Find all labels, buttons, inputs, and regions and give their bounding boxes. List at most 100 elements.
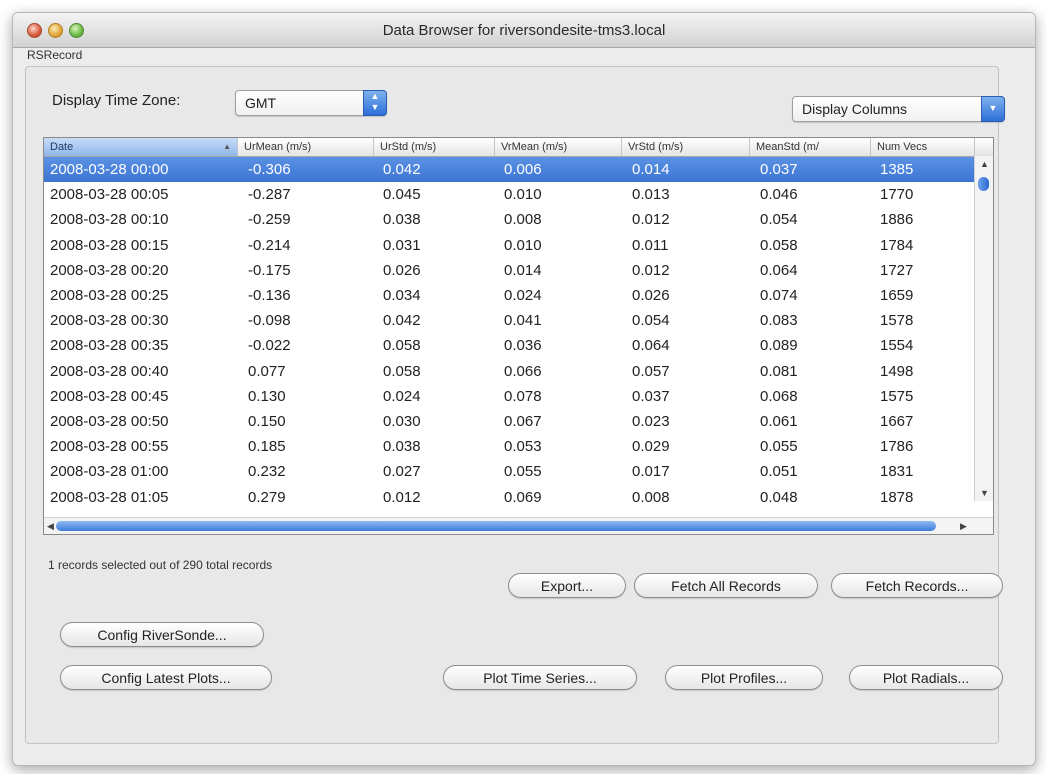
table-cell: 2008-03-28 00:45	[50, 387, 169, 405]
fetch-records-button[interactable]: Fetch Records...	[831, 573, 1003, 598]
table-row[interactable]: 2008-03-28 01:00 0.232 0.027 0.055 0.017 0.05…	[44, 459, 974, 484]
plot-radials-button[interactable]: Plot Radials...	[849, 665, 1003, 690]
table-row[interactable]: 2008-03-28 00:10 -0.259 0.038 0.008 0.012 0.0…	[44, 207, 974, 232]
table-cell: -0.175	[248, 261, 291, 279]
timezone-label: Display Time Zone:	[52, 92, 181, 109]
section-label: RSRecord	[27, 48, 83, 62]
table-cell: 1878	[880, 488, 914, 506]
column-header-numvecs[interactable]: Num Vecs	[871, 138, 975, 156]
table-cell: 1770	[880, 186, 914, 204]
table-cell: 1667	[880, 413, 914, 430]
table-row[interactable]: 2008-03-28 00:25 -0.136 0.034 0.024 0.026 0.0…	[44, 283, 974, 308]
table-cell: 1575	[880, 387, 914, 405]
table-row[interactable]: 2008-03-28 00:00 -0.306 0.042 0.006 0.014 0.0…	[44, 157, 974, 182]
table-row[interactable]: 2008-03-28 00:55 0.185 0.038 0.053 0.029 0.05…	[44, 434, 974, 459]
table-cell: 2008-03-28 01:00	[50, 463, 169, 481]
table-cell: 0.069	[504, 488, 542, 506]
table-row[interactable]: 2008-03-28 01:05 0.279 0.012 0.069 0.008 0.04…	[44, 485, 974, 510]
table-cell: 0.061	[760, 413, 798, 430]
table-cell: 0.066	[504, 362, 542, 380]
column-header-date[interactable]: Date ▲	[44, 138, 238, 156]
table-cell: 2008-03-28 00:35	[50, 337, 169, 355]
timezone-select[interactable]: GMT ▲ ▼	[235, 90, 387, 116]
table-cell: 2008-03-28 00:20	[50, 261, 169, 279]
fetch-all-records-button[interactable]: Fetch All Records	[634, 573, 818, 598]
horizontal-scroll-thumb[interactable]	[56, 521, 936, 531]
table-cell: 1886	[880, 211, 914, 229]
vertical-scroll-thumb[interactable]	[978, 177, 989, 191]
table-cell: 0.024	[383, 387, 421, 405]
table-cell: 0.078	[504, 387, 542, 405]
selection-status: 1 records selected out of 290 total reco…	[48, 558, 273, 572]
table-cell: 0.041	[504, 312, 542, 330]
table-cell: 2008-03-28 00:40	[50, 362, 169, 380]
table-cell: 0.055	[504, 463, 542, 481]
table-cell: 0.012	[383, 488, 421, 506]
config-riversonde-button[interactable]: Config RiverSonde...	[60, 622, 264, 647]
dropdown-arrow-icon: ▼	[981, 96, 1005, 122]
table-row[interactable]: 2008-03-28 00:15 -0.214 0.031 0.010 0.011 0.0…	[44, 233, 974, 258]
column-header-urmean[interactable]: UrMean (m/s)	[238, 138, 374, 156]
table-cell: 1554	[880, 337, 914, 355]
export-button[interactable]: Export...	[508, 573, 626, 598]
horizontal-scrollbar[interactable]: ◀ ▶	[44, 517, 993, 534]
table-cell: 1727	[880, 261, 914, 279]
table-cell: 0.014	[632, 161, 670, 178]
table-cell: 2008-03-28 00:05	[50, 186, 169, 204]
table-row[interactable]: 2008-03-28 00:30 -0.098 0.042 0.041 0.054 0.0…	[44, 308, 974, 333]
table-row[interactable]: 2008-03-28 00:05 -0.287 0.045 0.010 0.013 0.0…	[44, 182, 974, 207]
table-cell: 0.077	[248, 362, 286, 380]
table-cell: 0.006	[504, 161, 542, 178]
table-row[interactable]: 2008-03-28 00:50 0.150 0.030 0.067 0.023 0.06…	[44, 409, 974, 434]
table-cell: 0.026	[632, 287, 670, 304]
table-cell: 0.036	[504, 337, 542, 355]
table-cell: 0.013	[632, 186, 670, 204]
table-cell: 0.010	[504, 236, 542, 254]
records-table[interactable]: Date ▲ UrMean (m/s) UrStd (m/s) VrMean (m…	[43, 137, 994, 535]
column-header-vrstd[interactable]: VrStd (m/s)	[622, 138, 750, 156]
table-cell: -0.098	[248, 312, 291, 330]
table-row[interactable]: 2008-03-28 00:20 -0.175 0.026 0.014 0.012 0.0…	[44, 258, 974, 283]
table-row[interactable]: 2008-03-28 00:35 -0.022 0.058 0.036 0.064 0.0…	[44, 333, 974, 358]
table-cell: 0.030	[383, 413, 421, 430]
table-cell: 0.046	[760, 186, 798, 204]
timezone-value: GMT	[245, 95, 277, 111]
table-cell: 0.008	[504, 211, 542, 229]
config-latest-plots-button[interactable]: Config Latest Plots...	[60, 665, 272, 690]
table-cell: 0.026	[383, 261, 421, 279]
table-cell: 0.053	[504, 438, 542, 456]
table-cell: -0.022	[248, 337, 291, 355]
scroll-up-icon[interactable]: ▲	[980, 159, 989, 169]
table-row[interactable]: 2008-03-28 00:45 0.130 0.024 0.078 0.037 0.06…	[44, 384, 974, 409]
table-cell: 0.048	[760, 488, 798, 506]
scroll-left-icon[interactable]: ◀	[47, 521, 54, 532]
table-cell: 0.012	[632, 211, 670, 229]
column-header-vrmean[interactable]: VrMean (m/s)	[495, 138, 622, 156]
table-cell: 0.054	[632, 312, 670, 330]
table-cell: 0.038	[383, 438, 421, 456]
table-cell: 0.058	[383, 337, 421, 355]
vertical-scrollbar[interactable]: ▲ ▼	[974, 156, 993, 501]
table-row[interactable]: 2008-03-28 00:40 0.077 0.058 0.066 0.057 0.08…	[44, 359, 974, 384]
plot-profiles-button[interactable]: Plot Profiles...	[665, 665, 823, 690]
title-bar[interactable]: Data Browser for riversondesite-tms3.loc…	[13, 13, 1035, 48]
scroll-right-icon[interactable]: ▶	[960, 521, 967, 532]
column-header-urstd[interactable]: UrStd (m/s)	[374, 138, 495, 156]
table-cell: 2008-03-28 01:05	[50, 488, 169, 506]
table-cell: 0.042	[383, 312, 421, 330]
table-cell: 0.029	[632, 438, 670, 456]
display-columns-select[interactable]: Display Columns ▼	[792, 96, 1005, 122]
table-cell: 0.037	[632, 387, 670, 405]
scroll-down-icon[interactable]: ▼	[980, 488, 989, 498]
plot-time-series-button[interactable]: Plot Time Series...	[443, 665, 637, 690]
table-cell: 0.185	[248, 438, 286, 456]
display-columns-label: Display Columns	[802, 101, 908, 117]
table-cell: 2008-03-28 00:00	[50, 161, 169, 178]
table-cell: 0.017	[632, 463, 670, 481]
table-cell: 0.011	[632, 236, 669, 254]
column-header-meanstd[interactable]: MeanStd (m/	[750, 138, 871, 156]
table-cell: 0.089	[760, 337, 798, 355]
table-cell: 0.074	[760, 287, 798, 304]
table-cell: 0.064	[760, 261, 798, 279]
table-cell: 0.064	[632, 337, 670, 355]
